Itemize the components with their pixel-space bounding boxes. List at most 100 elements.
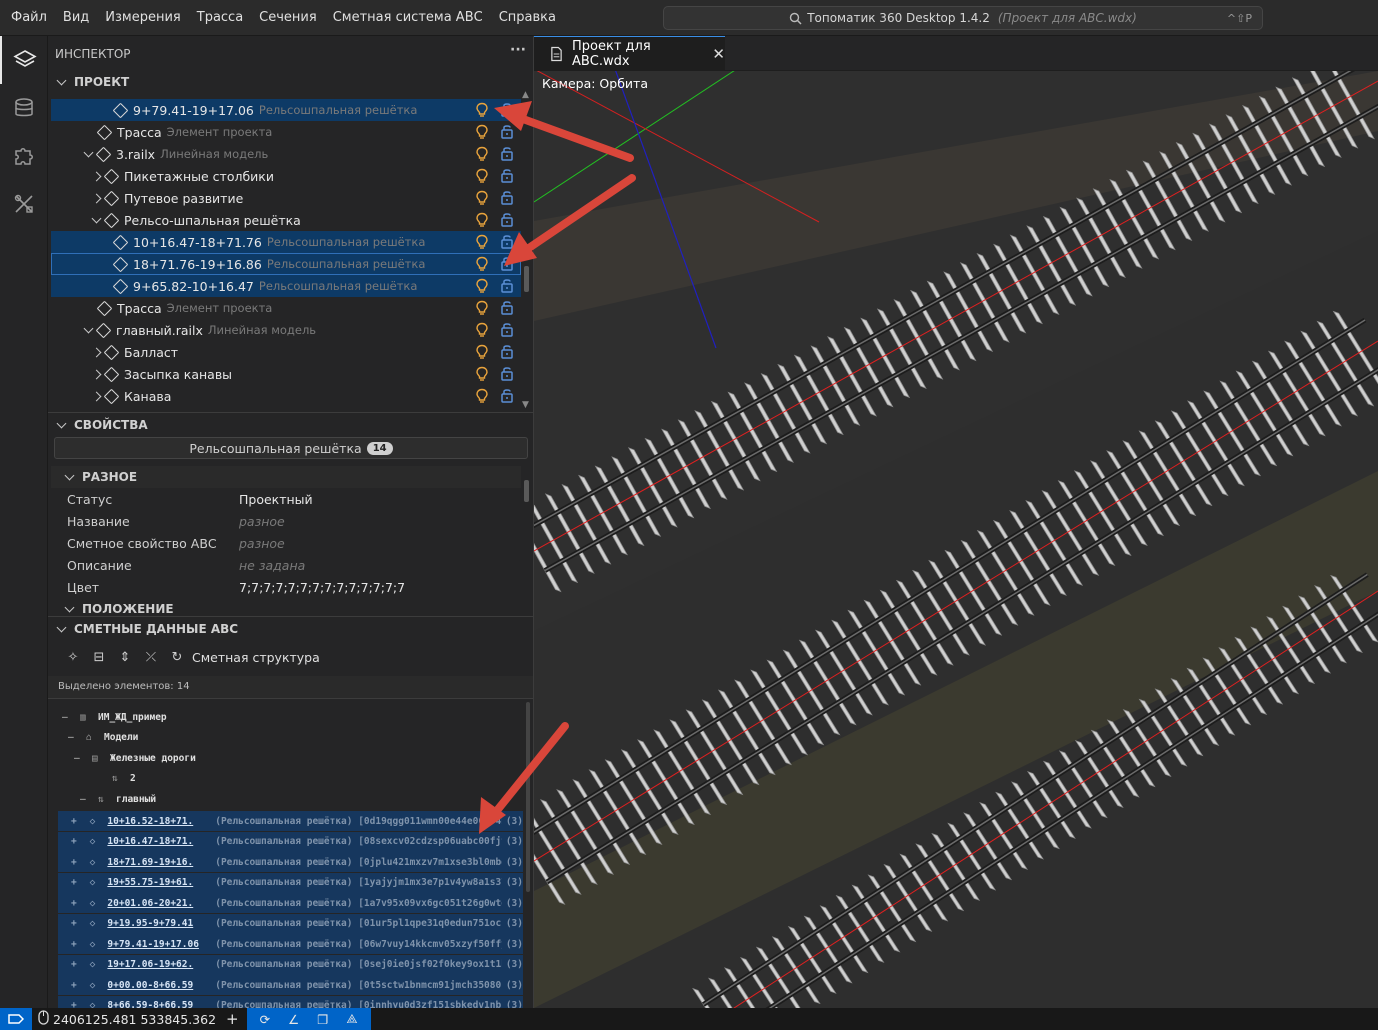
property-value[interactable]: разное [239, 514, 285, 529]
estimate-tree-node[interactable]: – ⌂ Модели [62, 728, 138, 748]
estimate-element-row[interactable]: + ◇ 19+55.75-19+61. (Рельсошпальная решётка… [58, 872, 523, 893]
expand-toggle-icon[interactable]: + [58, 980, 90, 991]
database-icon[interactable] [0, 84, 48, 132]
estimate-element-code[interactable]: 8+66.59-8+66.59 [107, 1000, 209, 1008]
visibility-bulb-icon[interactable] [475, 278, 489, 294]
estimate-element-row[interactable]: + ◇ 19+17.06-19+62. (Рельсошпальная решётка… [58, 954, 523, 975]
collapse-toggle-icon[interactable]: – [80, 794, 98, 805]
chevron-right-icon[interactable] [91, 391, 102, 401]
estimate-element-row[interactable]: + ◇ 18+71.69-19+16. (Рельсошпальная решётка… [58, 852, 523, 872]
command-center[interactable]: Топоматик 360 Desktop 1.4.2 (Проект для … [663, 6, 1263, 30]
project-tree-item[interactable]: 3.railx Линейная модель [51, 143, 521, 165]
crosshair-icon[interactable]: + [226, 1010, 239, 1028]
property-row[interactable]: Статус Проектный [67, 488, 517, 510]
copy-icon[interactable]: ❐ [317, 1012, 328, 1027]
estimate-element-row[interactable]: + ◇ 8+66.59-8+66.59 (Рельсошпальная решётка… [58, 995, 523, 1008]
project-tree-item[interactable]: Путевое развитие [51, 187, 521, 209]
chevron-right-icon[interactable] [91, 347, 102, 357]
angle-icon[interactable]: ∠ [288, 1012, 299, 1027]
expand-toggle-icon[interactable]: + [58, 959, 90, 970]
expand-toggle-icon[interactable]: + [58, 816, 90, 827]
estimate-element-code[interactable]: 19+55.75-19+61. [107, 877, 209, 888]
project-tree-item[interactable]: 9+65.82-10+16.47 Рельсошпальная решётка [51, 275, 521, 297]
filter-icon[interactable]: ⊟ [86, 650, 112, 665]
estimate-scrollbar[interactable] [526, 702, 530, 892]
editor-tab[interactable]: Проект для АВС.wdx ✕ [534, 36, 725, 71]
chevron-down-icon[interactable] [83, 323, 94, 334]
project-tree-item[interactable]: Трасса Элемент проекта [51, 297, 521, 319]
menu-view[interactable]: Вид [55, 0, 97, 36]
properties-section-header[interactable]: СВОЙСТВА [48, 414, 533, 436]
project-tree-item[interactable]: Канава [51, 385, 521, 407]
project-section-header[interactable]: ПРОЕКТ [48, 71, 533, 93]
refresh-icon[interactable]: ↻ [164, 650, 190, 665]
scroll-down-icon[interactable]: ▼ [522, 400, 529, 410]
lock-icon[interactable] [500, 321, 514, 338]
element-type-selector[interactable]: Рельсошпальная решётка 14 [54, 437, 528, 459]
visibility-bulb-icon[interactable] [475, 124, 489, 140]
estimate-element-code[interactable]: 9+79.41-19+17.06 [107, 939, 209, 950]
tools-icon[interactable] [0, 180, 48, 228]
menu-help[interactable]: Справка [491, 0, 564, 36]
visibility-bulb-icon[interactable] [475, 234, 489, 250]
property-value[interactable]: разное [239, 536, 285, 551]
estimate-element-row[interactable]: + ◇ 0+00.00-8+66.59 (Рельсошпальная решётка… [58, 975, 523, 995]
visibility-bulb-icon[interactable] [475, 388, 489, 404]
project-tree-item[interactable]: Балласт [51, 341, 521, 363]
lock-icon[interactable] [500, 167, 514, 184]
sparkle-icon[interactable]: ✧ [60, 650, 86, 665]
project-tree-item[interactable]: 9+79.41-19+17.06 Рельсошпальная решётка [51, 99, 521, 121]
estimate-element-code[interactable]: 0+00.00-8+66.59 [107, 980, 209, 991]
expand-icon[interactable]: ⇕ [112, 650, 138, 665]
estimate-element-row[interactable]: + ◇ 9+79.41-19+17.06 (Рельсошпальная решётк… [58, 934, 523, 954]
visibility-bulb-icon[interactable] [475, 322, 489, 338]
close-icon[interactable]: ✕ [712, 45, 725, 63]
lock-icon[interactable] [500, 145, 514, 162]
visibility-bulb-icon[interactable] [475, 212, 489, 228]
properties-scrollbar[interactable] [524, 480, 529, 502]
expand-toggle-icon[interactable]: + [58, 836, 90, 847]
menu-route[interactable]: Трасса [189, 0, 251, 36]
visibility-bulb-icon[interactable] [475, 190, 489, 206]
expand-toggle-icon[interactable]: + [58, 918, 90, 929]
visibility-bulb-icon[interactable] [475, 300, 489, 316]
project-tree-item[interactable]: Трасса Элемент проекта [51, 121, 521, 143]
project-tree-item[interactable]: 18+71.76-19+16.86 Рельсошпальная решётка [51, 253, 521, 275]
property-value[interactable]: Проектный [239, 492, 313, 507]
chevron-right-icon[interactable] [91, 193, 102, 203]
project-tree-item[interactable]: Рельсо-шпальная решётка [51, 209, 521, 231]
menu-measurements[interactable]: Измерения [97, 0, 188, 36]
visibility-bulb-icon[interactable] [475, 366, 489, 382]
menu-sections[interactable]: Сечения [251, 0, 325, 36]
lock-icon[interactable] [500, 387, 514, 404]
expand-toggle-icon[interactable]: + [58, 857, 90, 868]
project-tree-item[interactable]: главный.railx Линейная модель [51, 319, 521, 341]
property-row[interactable]: Описание не задана [67, 554, 517, 576]
visibility-bulb-icon[interactable] [475, 256, 489, 272]
estimate-tree-node[interactable]: – ⇅ главный [62, 789, 156, 809]
estimate-element-row[interactable]: + ◇ 20+01.06-20+21. (Рельсошпальная решётка… [58, 893, 523, 913]
project-tree-scrollbar[interactable] [524, 266, 529, 292]
visibility-bulb-icon[interactable] [475, 168, 489, 184]
expand-toggle-icon[interactable]: + [58, 898, 90, 909]
remote-indicator-icon[interactable] [0, 1008, 32, 1030]
menu-abc-estimate[interactable]: Сметная система АВС [325, 0, 491, 36]
3d-viewport[interactable]: Камера: Орбита [534, 71, 1378, 1008]
estimate-element-code[interactable]: 9+19.95-9+79.41 [107, 918, 209, 929]
collapse-toggle-icon[interactable]: – [62, 712, 80, 723]
property-row[interactable]: Цвет 7;7;7;7;7;7;7;7;7;7;7;7;7;7 [67, 576, 517, 598]
collapse-icon[interactable]: ⤫ [138, 650, 164, 665]
estimate-tree-node[interactable]: ⇅ 2 [62, 769, 136, 789]
lock-icon[interactable] [500, 189, 514, 206]
lock-icon[interactable] [500, 277, 514, 294]
chevron-right-icon[interactable] [91, 171, 102, 181]
more-actions-icon[interactable]: ··· [510, 42, 526, 58]
lock-icon[interactable] [500, 233, 514, 250]
estimate-element-code[interactable]: 10+16.52-18+71. [107, 816, 209, 827]
collapse-toggle-icon[interactable]: – [68, 732, 86, 743]
estimate-element-row[interactable]: + ◇ 9+19.95-9+79.41 (Рельсошпальная решётка… [58, 913, 523, 934]
project-tree-item[interactable]: Засыпка канавы [51, 363, 521, 385]
property-row[interactable]: Название разное [67, 510, 517, 532]
lock-icon[interactable] [500, 211, 514, 228]
expand-toggle-icon[interactable]: + [58, 1000, 90, 1008]
